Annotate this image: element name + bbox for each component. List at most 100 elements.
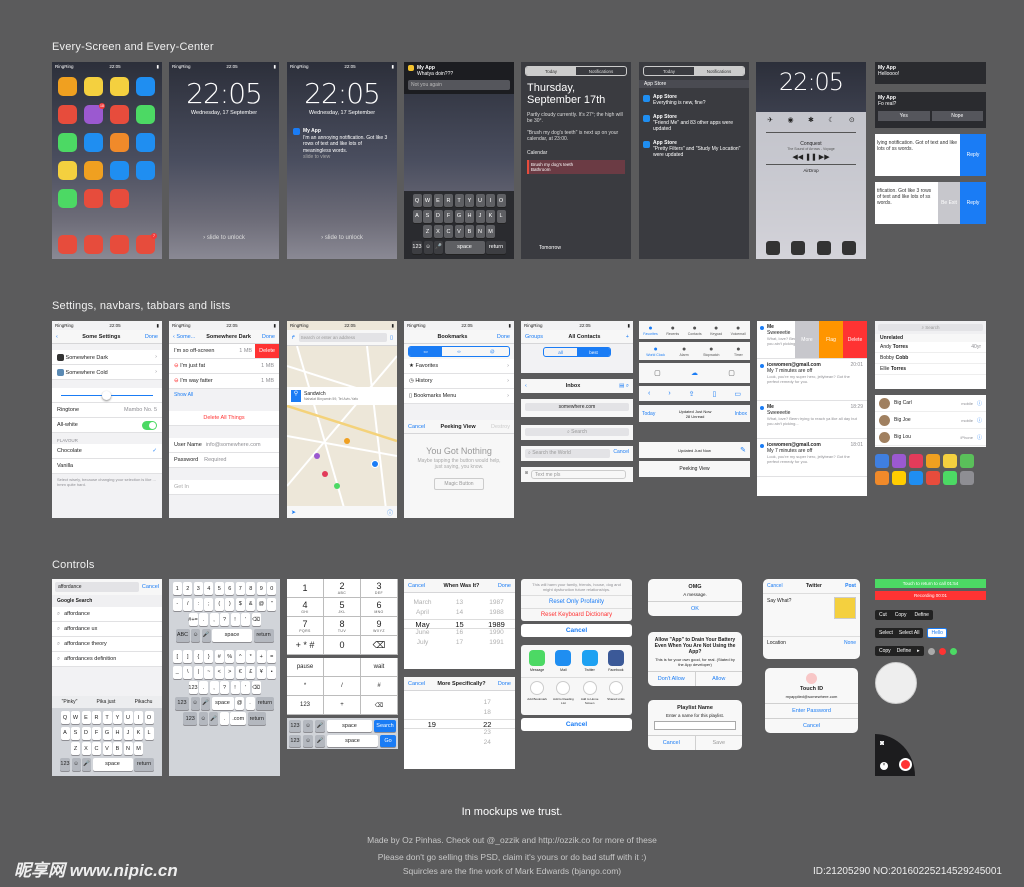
contact-row[interactable]: Ellie Torres	[875, 364, 986, 375]
app-icon[interactable]	[58, 133, 77, 152]
key-r[interactable]: R	[92, 711, 101, 724]
all-white-toggle[interactable]	[142, 420, 157, 430]
key-k[interactable]: K	[486, 209, 495, 223]
color-swatch[interactable]	[943, 471, 957, 485]
picker-row[interactable]: July 17 1991	[404, 639, 515, 649]
reply-button[interactable]: Reply	[960, 134, 986, 176]
tab-world-clock[interactable]: ● World Clock	[646, 346, 665, 357]
done-button[interactable]: Done	[497, 334, 510, 340]
key-f[interactable]: F	[444, 209, 453, 223]
share-mail[interactable]: Mail	[552, 650, 574, 672]
reply-input[interactable]: Not you again	[408, 80, 510, 90]
key-[interactable]: 🎤	[201, 696, 210, 710]
message-input[interactable]: Text me pls	[531, 470, 626, 479]
app-icon[interactable]	[136, 133, 155, 152]
contact-row[interactable]: Big Carl mobile ⓘ	[875, 395, 986, 412]
cancel-button[interactable]: Cancel	[521, 624, 632, 637]
contact-row[interactable]: Andy Torres 40yr	[875, 342, 986, 353]
key[interactable]: :	[193, 597, 203, 611]
cancel-button[interactable]: Cancel	[521, 718, 632, 731]
exit-button[interactable]: Be Exit	[938, 182, 960, 224]
return-key[interactable]: return	[134, 757, 154, 771]
minus-icon[interactable]: ⊖	[174, 363, 179, 369]
color-swatch[interactable]	[892, 471, 906, 485]
key[interactable]: )	[225, 597, 235, 611]
key[interactable]: 3	[193, 582, 203, 595]
dock-app-icon[interactable]: 7	[136, 233, 157, 254]
share-action[interactable]: Add Bookmark	[526, 681, 548, 705]
define-button[interactable]: Define	[914, 612, 928, 618]
app-icon[interactable]	[110, 133, 129, 152]
search-result[interactable]: ⌕ affordances definition	[52, 652, 162, 667]
dial-key-8[interactable]: 8 TUV	[324, 617, 361, 636]
key[interactable]: 5	[214, 582, 224, 595]
cancel-button[interactable]: Cancel	[142, 584, 159, 590]
dial-key-0[interactable]: 0	[324, 636, 361, 655]
app-icon[interactable]	[84, 77, 103, 96]
bluetooth-icon[interactable]: ✱	[808, 116, 814, 124]
key-a[interactable]: A	[412, 209, 422, 223]
tab-recents[interactable]: ● Recents	[666, 325, 679, 336]
color-dot[interactable]	[949, 647, 957, 655]
key[interactable]: 7	[235, 582, 245, 595]
dial-key-⌫[interactable]: ⌫	[361, 636, 398, 655]
dial-key-7[interactable]: 7 PQRS	[287, 617, 324, 636]
magic-button[interactable]: Magic Button	[434, 478, 484, 490]
color-swatch[interactable]	[926, 471, 940, 485]
banner-hello[interactable]: My App Helloooo!	[875, 62, 986, 84]
search-field[interactable]: ⌕ Search	[878, 324, 983, 331]
suggestion[interactable]: "Pinky"	[62, 699, 78, 705]
compose-icon[interactable]: ▤ ⌕	[619, 383, 629, 390]
key-a[interactable]: A	[60, 726, 70, 740]
color-swatch[interactable]	[960, 454, 974, 468]
cancel-button[interactable]: Cancel	[765, 718, 858, 733]
dock-app-icon[interactable]	[58, 235, 77, 254]
key-v[interactable]: V	[102, 742, 112, 755]
key[interactable]: [	[172, 650, 182, 663]
key[interactable]: ~	[204, 665, 214, 679]
key-space[interactable]: space	[212, 628, 252, 642]
key-y[interactable]: Y	[465, 194, 474, 207]
cancel-button[interactable]: Cancel	[408, 424, 425, 430]
key[interactable]: 9	[256, 582, 266, 595]
app-icon[interactable]	[110, 77, 129, 96]
info-icon[interactable]: ⓘ	[977, 400, 982, 407]
key[interactable]: ]	[183, 650, 193, 663]
hello-selection[interactable]: Hello	[927, 628, 947, 638]
dial-key[interactable]: +	[324, 696, 361, 715]
key-d[interactable]: D	[81, 726, 91, 740]
app-icon[interactable]	[110, 105, 129, 124]
key-v[interactable]: V	[454, 225, 464, 238]
in-call-banner[interactable]: Touch to return to call 01:54	[875, 579, 986, 588]
key[interactable]: ^	[235, 650, 245, 663]
slide-to-unlock[interactable]: › slide to unlock	[169, 235, 279, 241]
post-button[interactable]: Post	[845, 583, 856, 589]
reset-profanity-button[interactable]: Reset Only Profanity	[521, 595, 632, 608]
key-123[interactable]: 123	[183, 712, 198, 725]
dial-key[interactable]: ⌫	[361, 696, 398, 715]
key[interactable]: 123	[188, 681, 198, 694]
info-icon[interactable]: ⓘ	[977, 434, 982, 441]
favorites-row[interactable]: ★ Favorites ›	[404, 359, 514, 374]
key-return[interactable]: return	[247, 712, 266, 725]
key[interactable]: %	[225, 650, 235, 663]
key[interactable]: €	[235, 665, 245, 679]
minus-icon[interactable]: ⊖	[174, 378, 179, 384]
settings-row-dark[interactable]: Somewhere Dark ›	[52, 350, 162, 365]
key[interactable]: $	[235, 597, 245, 611]
list-row[interactable]: I'm so off-screen 1 MB Delete	[169, 344, 279, 359]
picker-row[interactable]: 19 22	[404, 719, 515, 729]
url-field[interactable]: somewhere.com	[525, 403, 629, 411]
key-r[interactable]: R	[444, 194, 453, 207]
nope-button[interactable]: Nope	[931, 111, 983, 121]
tab-contacts[interactable]: ● Contacts	[688, 325, 702, 336]
key[interactable]: •	[267, 665, 277, 679]
space-key[interactable]: space	[92, 757, 133, 771]
dial-key-4[interactable]: 4 GHI	[287, 598, 324, 617]
list-row[interactable]: ⊖ I'm way fatter 1 MB	[169, 374, 279, 389]
dial-key-1[interactable]: 1	[287, 579, 324, 598]
key-m[interactable]: M	[486, 225, 495, 238]
calculator-icon[interactable]	[816, 241, 831, 255]
slide-to-unlock[interactable]: › slide to unlock	[287, 235, 397, 241]
key-q[interactable]: Q	[412, 194, 422, 207]
